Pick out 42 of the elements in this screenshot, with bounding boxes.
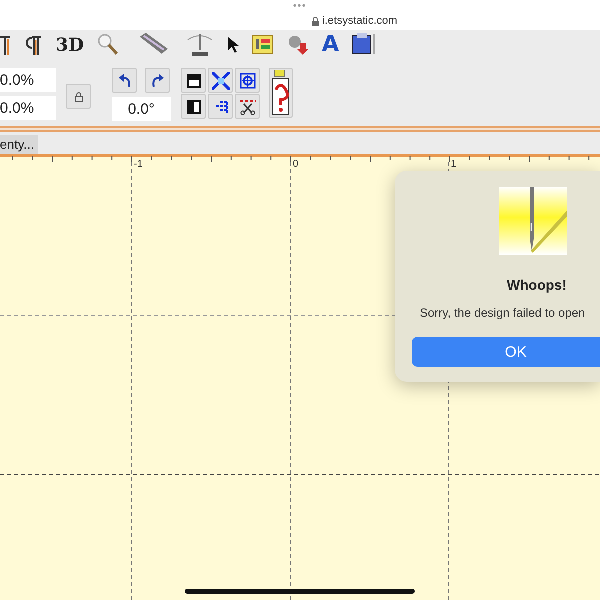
lock-button[interactable]	[66, 84, 91, 109]
target-button[interactable]	[235, 68, 260, 93]
ok-button[interactable]: OK	[412, 337, 600, 367]
dialog-title: Whoops!	[507, 277, 568, 293]
dialog-message: Sorry, the design failed to open	[420, 306, 586, 320]
needle-icon	[499, 187, 567, 255]
pilcrow-icon[interactable]	[24, 34, 42, 56]
align-button[interactable]	[208, 94, 233, 119]
half-square-icon	[186, 100, 200, 114]
crosshair-icon	[240, 72, 256, 88]
question-mark-icon	[271, 70, 291, 116]
mirror-button[interactable]	[181, 94, 206, 119]
curved-arrow-icon	[118, 74, 130, 88]
pilcrow-icon[interactable]	[0, 34, 12, 56]
lock-icon	[312, 16, 320, 26]
arrows-icon	[212, 72, 230, 90]
scissors-icon	[240, 98, 256, 114]
height-field[interactable]: 0.0%	[0, 96, 56, 120]
ruler-label: 1	[451, 159, 457, 171]
ruler-label: 0	[293, 159, 299, 171]
ruler-label: -1	[134, 159, 143, 171]
needle-tool-icon[interactable]	[186, 32, 214, 58]
width-field[interactable]: 0.0%	[0, 68, 56, 92]
3d-tool[interactable]: 3D	[56, 34, 84, 56]
address-text[interactable]: i.etsystatic.com	[322, 15, 398, 27]
half-square-icon	[186, 74, 200, 88]
text-tool[interactable]: A	[322, 33, 340, 57]
magnifier-icon[interactable]	[96, 33, 120, 57]
angle-field[interactable]: 0.0°	[112, 97, 171, 121]
center-button[interactable]	[208, 68, 233, 93]
rotate-left-button[interactable]	[112, 68, 137, 93]
ruler-icon[interactable]	[138, 33, 168, 57]
help-button[interactable]	[269, 68, 293, 118]
curved-arrow-icon	[152, 74, 164, 88]
flip-button[interactable]	[181, 68, 206, 93]
document-tab[interactable]: enty...	[0, 135, 38, 154]
rotate-right-button[interactable]	[145, 68, 170, 93]
palette-icon[interactable]	[252, 35, 274, 55]
dashes-icon	[214, 100, 228, 114]
lock-icon	[74, 92, 82, 102]
pointer-icon[interactable]	[226, 35, 240, 55]
cut-button[interactable]	[235, 94, 260, 119]
